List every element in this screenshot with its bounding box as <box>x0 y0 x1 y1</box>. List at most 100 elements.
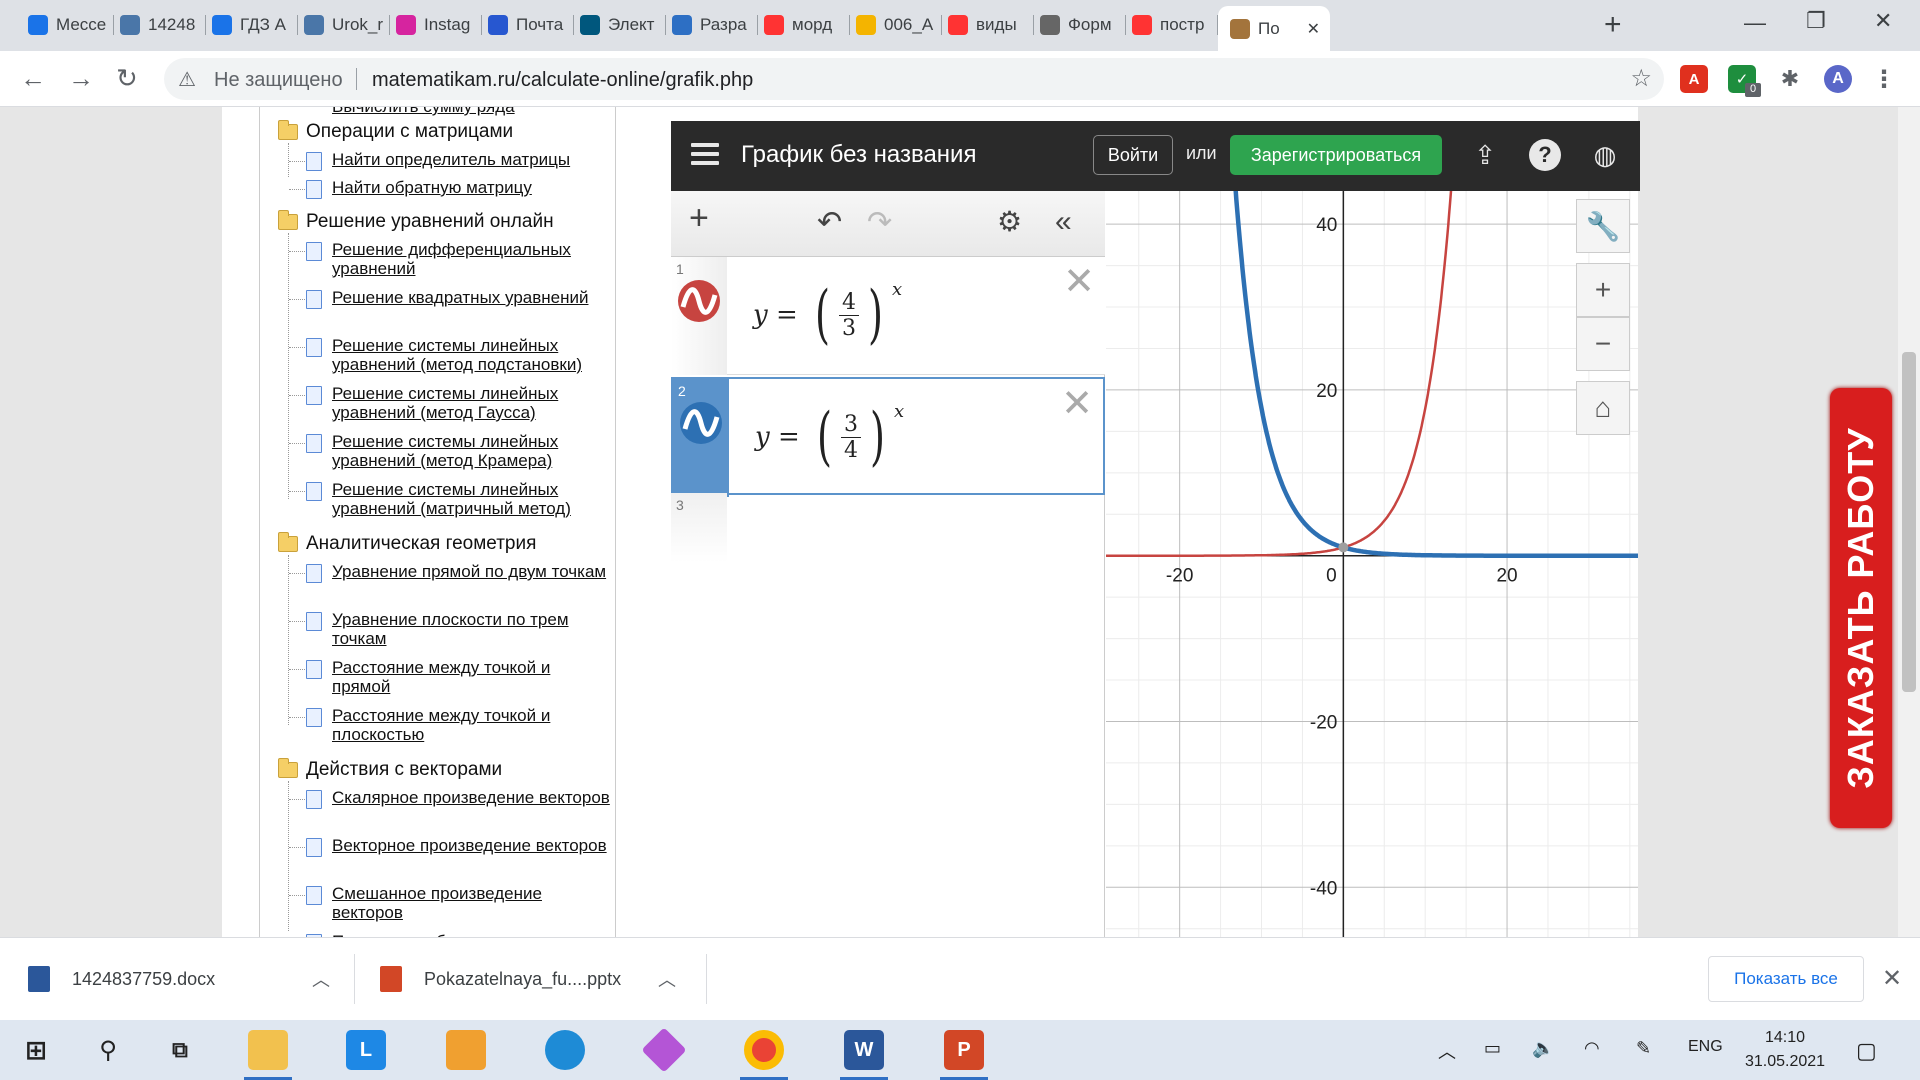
zoom-in-button[interactable]: + <box>1576 263 1630 317</box>
task-view-icon[interactable]: ⧉ <box>160 1030 200 1070</box>
delete-expression-icon[interactable]: ✕ <box>1063 263 1095 301</box>
tab-12[interactable]: Форм <box>1040 9 1126 41</box>
graph-title[interactable]: График без названия <box>741 141 976 169</box>
order-work-banner[interactable]: ЗАКАЗАТЬ РАБОТУ <box>1830 388 1892 828</box>
graph-settings-wrench-icon[interactable]: 🔧 <box>1576 199 1630 253</box>
battery-icon[interactable]: ▭ <box>1484 1038 1501 1059</box>
pen-icon[interactable]: ✎ <box>1636 1038 1651 1059</box>
sidebar-category[interactable]: Аналитическая геометрия <box>278 532 536 555</box>
tab-14[interactable]: По ✕ <box>1218 6 1330 51</box>
settings-gear-icon[interactable]: ⚙ <box>997 205 1022 238</box>
tab-4[interactable]: Urok_r <box>304 9 390 41</box>
reload-icon[interactable]: ↻ <box>116 63 138 93</box>
tab-3[interactable]: ГДЗ А <box>212 9 298 41</box>
sidebar-link[interactable]: Решение системы линейных уравнений (мето… <box>332 336 612 374</box>
scrollbar-thumb[interactable] <box>1902 352 1916 692</box>
edge-browser-icon[interactable] <box>545 1030 585 1070</box>
register-button[interactable]: Зарегистрироваться <box>1230 135 1442 175</box>
sidebar-link[interactable]: Вычислить сумму ряда <box>332 107 612 116</box>
globe-icon[interactable]: ◍ <box>1589 139 1621 171</box>
help-icon[interactable]: ? <box>1529 139 1561 171</box>
sidebar-link[interactable]: Уравнение прямой по двум точкам <box>332 562 612 581</box>
expression-math[interactable]: y = (4 3) x <box>753 279 902 347</box>
collapse-panel-icon[interactable]: « <box>1055 205 1072 239</box>
undo-icon[interactable]: ↶ <box>817 205 842 240</box>
app-gem-icon[interactable] <box>641 1027 687 1073</box>
sidebar-link[interactable]: Решение квадратных уравнений <box>332 288 612 307</box>
share-icon[interactable]: ⇪ <box>1469 139 1501 171</box>
sidebar-link[interactable]: Найти обратную матрицу <box>332 178 612 197</box>
restore-icon[interactable]: ❐ <box>1806 8 1826 34</box>
chevron-up-icon[interactable]: ︿ <box>658 966 676 992</box>
zoom-out-button[interactable]: − <box>1576 317 1630 371</box>
graph-svg[interactable]: -20 0 20 40 20 -20 -40 <box>1106 191 1638 937</box>
close-downloads-icon[interactable]: ✕ <box>1882 964 1902 993</box>
tab-6[interactable]: Почта <box>488 9 574 41</box>
back-icon[interactable]: ← <box>20 63 46 93</box>
download-item[interactable]: 1424837759.docx ︿ <box>28 938 330 1020</box>
search-icon[interactable]: ⚲ <box>88 1030 128 1070</box>
volume-icon[interactable]: 🔈 <box>1532 1038 1554 1059</box>
tab-9[interactable]: морд <box>764 9 850 41</box>
tab-10[interactable]: 006_А <box>856 9 942 41</box>
sidebar-link[interactable]: Векторное произведение векторов <box>332 836 612 855</box>
page-scrollbar[interactable] <box>1898 107 1920 937</box>
sidebar-link[interactable]: Скалярное произведение векторов <box>332 788 612 807</box>
tab-1[interactable]: Мессе <box>28 9 114 41</box>
tab-5[interactable]: Instag <box>396 9 482 41</box>
sidebar-link[interactable]: Решение системы линейных уравнений (мето… <box>332 432 612 470</box>
notifications-icon[interactable]: ▢ <box>1856 1038 1877 1064</box>
app-bird-icon[interactable] <box>446 1030 486 1070</box>
expression-row-2[interactable]: 2y = (3 4) x ✕ <box>671 377 1105 497</box>
sidebar-link[interactable]: Уравнение плоскости по трем точкам <box>332 610 612 648</box>
hamburger-menu-icon[interactable] <box>691 143 719 167</box>
url-text[interactable]: matematikam.ru/calculate-online/grafik.p… <box>372 69 753 92</box>
minimize-icon[interactable]: — <box>1744 10 1766 36</box>
sidebar-category[interactable]: Операции с матрицами <box>278 120 513 143</box>
sidebar-link[interactable]: Решение дифференциальных уравнений <box>332 240 612 278</box>
sidebar-category[interactable]: Действия с векторами <box>278 758 502 781</box>
forward-icon[interactable]: → <box>68 63 94 93</box>
file-explorer-icon[interactable] <box>248 1030 288 1070</box>
language-indicator[interactable]: ENG <box>1688 1038 1723 1056</box>
tray-chevron-icon[interactable]: ︿ <box>1438 1038 1456 1064</box>
tab-2[interactable]: 14248 <box>120 9 206 41</box>
omnibox[interactable]: ⚠ Не защищено matematikam.ru/calculate-o… <box>164 58 1664 100</box>
graph-canvas[interactable]: -20 0 20 40 20 -20 -40 🔧 + − ⌂ <box>1106 191 1638 937</box>
home-view-icon[interactable]: ⌂ <box>1576 381 1630 435</box>
login-button[interactable]: Войти <box>1093 135 1173 175</box>
clock[interactable]: 14:10 31.05.2021 <box>1740 1026 1830 1074</box>
chevron-up-icon[interactable]: ︿ <box>312 966 330 992</box>
sidebar-link[interactable]: Расстояние между точкой и плоскостью <box>332 706 612 744</box>
bookmark-star-icon[interactable]: ☆ <box>1630 64 1652 93</box>
sidebar-category[interactable]: Решение уравнений онлайн <box>278 210 554 233</box>
expression-math[interactable]: y = (3 4) x <box>755 401 904 469</box>
download-item[interactable]: Pokazatelnaya_fu....pptx ︿ <box>380 938 676 1020</box>
empty-expression-row[interactable]: 3 <box>671 493 727 563</box>
tab-11[interactable]: виды <box>948 9 1034 41</box>
menu-kebab-icon[interactable]: ⋮ <box>1870 65 1898 93</box>
curve-color-icon[interactable] <box>679 401 723 445</box>
sidebar-link[interactable]: Решение системы линейных уравнений (матр… <box>332 480 612 518</box>
close-tab-icon[interactable]: ✕ <box>1307 19 1320 39</box>
profile-avatar[interactable]: A <box>1824 65 1852 93</box>
expression-row-1[interactable]: 1y = (4 3) x ✕ <box>671 257 1105 375</box>
sidebar-link[interactable]: Найти определитель матрицы <box>332 150 612 169</box>
word-app-icon[interactable]: W <box>844 1030 884 1070</box>
wifi-icon[interactable]: ◠ <box>1584 1038 1600 1059</box>
redo-icon[interactable]: ↷ <box>867 205 892 240</box>
puzzle-icon[interactable]: ✱ <box>1776 65 1804 93</box>
pdf-extension-icon[interactable]: A <box>1680 65 1708 93</box>
tab-8[interactable]: Разра <box>672 9 758 41</box>
tab-7[interactable]: Элект <box>580 9 666 41</box>
chrome-icon[interactable] <box>744 1030 784 1070</box>
powerpoint-app-icon[interactable]: P <box>944 1030 984 1070</box>
close-window-icon[interactable]: ✕ <box>1874 8 1892 34</box>
sidebar-link[interactable]: Смешанное произведение векторов <box>332 884 612 922</box>
tab-13[interactable]: постр <box>1132 9 1218 41</box>
delete-expression-icon[interactable]: ✕ <box>1061 385 1093 423</box>
show-all-downloads-button[interactable]: Показать все <box>1708 956 1864 1002</box>
new-tab-button[interactable]: + <box>1604 10 1622 40</box>
curve-color-icon[interactable] <box>677 279 721 323</box>
sidebar-link[interactable]: Решение системы линейных уравнений (мето… <box>332 384 612 422</box>
